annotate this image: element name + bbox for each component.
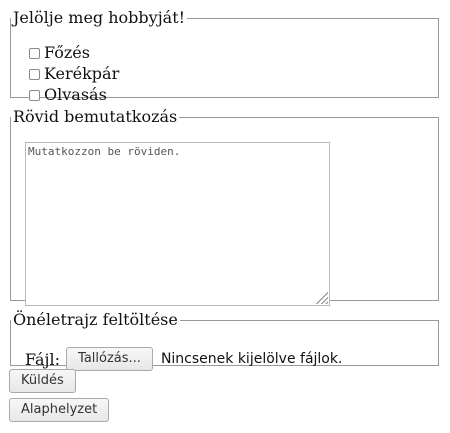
- cv-legend: Önéletrajz feltöltése: [11, 310, 180, 329]
- browse-button[interactable]: Tallózás...: [66, 347, 153, 371]
- hobby-fieldset: Jelölje meg hobbyját! Főzés Kerékpár Olv…: [10, 8, 439, 104]
- file-input-row: Fájl: Tallózás... Nincsenek kijelölve fá…: [25, 347, 342, 371]
- bio-fieldset: Rövid bemutatkozás Mutatkozzon be rövide…: [10, 107, 439, 306]
- hobby-option-reading[interactable]: Olvasás: [29, 86, 107, 104]
- reading-label: Olvasás: [44, 85, 107, 104]
- hobby-option-cooking[interactable]: Főzés: [29, 44, 90, 62]
- cooking-checkbox[interactable]: [29, 47, 40, 59]
- bio-textarea[interactable]: Mutatkozzon be röviden.: [25, 142, 330, 306]
- bio-placeholder: Mutatkozzon be röviden.: [28, 145, 181, 158]
- bicycle-label: Kerékpár: [44, 64, 120, 83]
- cv-fieldset: Önéletrajz feltöltése Fájl: Tallózás... …: [10, 310, 439, 371]
- cooking-label: Főzés: [44, 43, 90, 62]
- file-status: Nincsenek kijelölve fájlok.: [160, 351, 343, 367]
- reset-button[interactable]: Alaphelyzet: [9, 398, 110, 422]
- bio-legend: Rövid bemutatkozás: [11, 107, 180, 126]
- reading-checkbox[interactable]: [29, 89, 40, 101]
- submit-button[interactable]: Küldés: [9, 369, 76, 393]
- resize-handle-icon[interactable]: [316, 292, 328, 304]
- hobby-option-bicycle[interactable]: Kerékpár: [29, 65, 119, 83]
- hobby-legend: Jelölje meg hobbyját!: [11, 8, 188, 27]
- file-label: Fájl:: [25, 349, 61, 369]
- bicycle-checkbox[interactable]: [29, 68, 40, 80]
